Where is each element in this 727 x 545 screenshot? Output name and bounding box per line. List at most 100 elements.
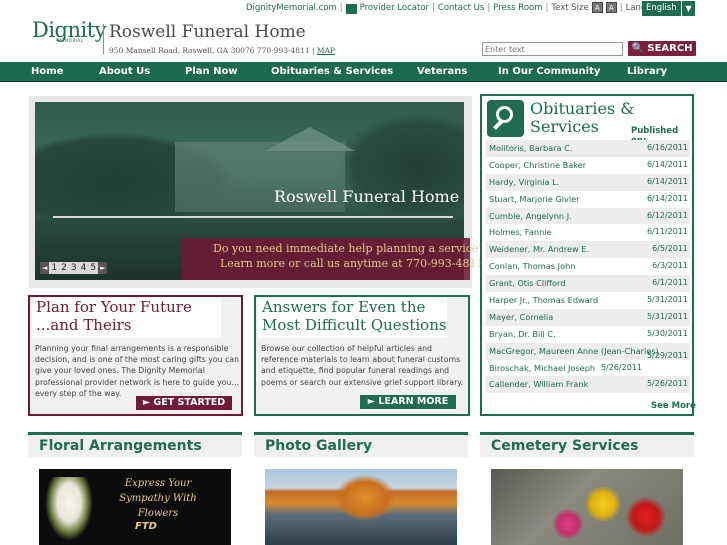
obit-name[interactable]: Weidener, Mr. Andrew E. bbox=[489, 241, 589, 258]
hero-divider bbox=[53, 216, 453, 218]
obit-date: 6/14/2011 bbox=[646, 176, 688, 186]
flower-image bbox=[551, 509, 585, 539]
obit-date: 5/31/2011 bbox=[646, 311, 688, 321]
list-item[interactable]: Bryan, Dr. Bill C. 5/30/2011 bbox=[486, 326, 690, 343]
pager-item[interactable]: 5 bbox=[88, 262, 98, 274]
photo-gallery-title[interactable]: Photo Gallery bbox=[254, 435, 468, 457]
nav-home[interactable]: Home bbox=[31, 62, 63, 82]
text-size-small-button[interactable]: A bbox=[591, 2, 603, 13]
press-room-link[interactable]: Press Room bbox=[493, 3, 542, 13]
floral-arrangements-section: Floral Arrangements Express Your Sympath… bbox=[28, 432, 242, 545]
obit-name[interactable]: Conlan, Thomas John bbox=[489, 258, 575, 275]
text-size-large-button[interactable]: A bbox=[605, 2, 617, 13]
floral-arrangements-title[interactable]: Floral Arrangements bbox=[28, 435, 242, 457]
obit-name[interactable]: Hardy, Virginia L. bbox=[489, 174, 559, 191]
autumn-tree-image bbox=[335, 475, 395, 521]
obit-date: 6/12/2011 bbox=[646, 210, 688, 220]
search-button[interactable]: 🔍 SEARCH bbox=[628, 41, 696, 56]
floral-image[interactable]: Express Your Sympathy With Flowers FTD bbox=[39, 469, 231, 545]
obit-name[interactable]: Holmes, Fannie bbox=[489, 224, 552, 241]
cemetery-services-title[interactable]: Cemetery Services bbox=[480, 435, 694, 457]
list-item[interactable]: Cooper, Christine Baker 6/14/2011 bbox=[486, 157, 690, 174]
obit-date: 6/3/2011 bbox=[652, 261, 688, 271]
flower-image bbox=[625, 497, 667, 537]
promo-plan-body: Planning your final arrangements is a re… bbox=[35, 344, 240, 398]
list-item[interactable]: Cumbie, Angelynn J. 6/12/2011 bbox=[486, 207, 690, 225]
search-input[interactable] bbox=[482, 42, 623, 56]
obit-name[interactable]: Biroschak, Michael Joseph bbox=[489, 360, 595, 377]
obit-name[interactable]: Cooper, Christine Baker bbox=[489, 157, 586, 174]
get-started-button[interactable]: ► GET STARTED bbox=[136, 396, 232, 410]
obit-date: 6/14/2011 bbox=[646, 159, 688, 169]
obit-date: 6/5/2011 bbox=[652, 244, 688, 254]
flower-image bbox=[583, 487, 623, 521]
help-banner[interactable]: Do you need immediate help planning a se… bbox=[182, 238, 484, 280]
list-item[interactable]: Mayer, Cornelia 5/31/2011 bbox=[486, 308, 690, 326]
list-item[interactable]: Conlan, Thomas John 6/3/2011 bbox=[486, 258, 690, 275]
chevron-down-icon[interactable]: ▼ bbox=[681, 1, 695, 16]
list-item[interactable]: Holmes, Fannie 6/11/2011 bbox=[486, 224, 690, 241]
obit-name[interactable]: MacGregor, Maureen Anne (Jean-Charles) bbox=[489, 343, 659, 360]
pager-item[interactable]: 4 bbox=[79, 262, 89, 274]
nav-in-our-community[interactable]: In Our Community bbox=[498, 62, 600, 82]
obit-date: 5/26/2011 bbox=[646, 379, 688, 389]
nav-plan-now[interactable]: Plan Now bbox=[185, 62, 238, 82]
obit-name[interactable]: Mayer, Cornelia bbox=[489, 309, 553, 326]
site-title: Roswell Funeral Home bbox=[109, 22, 306, 42]
obit-name[interactable]: Callender, William Frank bbox=[489, 376, 588, 393]
top-links: DignityMemorial.com | Provider Locator |… bbox=[246, 2, 670, 14]
separator: | bbox=[339, 2, 343, 13]
provider-locator-link[interactable]: Provider Locator bbox=[360, 3, 429, 13]
pager-prev-icon[interactable]: ◄ bbox=[40, 262, 50, 274]
promo-plan: Plan for Your Future ...and Theirs Plann… bbox=[28, 295, 243, 416]
pager-item[interactable]: 2 bbox=[59, 262, 69, 274]
header: Dignity MEMORIAL Roswell Funeral Home 95… bbox=[0, 0, 727, 62]
pager-item[interactable]: 1 bbox=[49, 262, 59, 274]
promo-plan-title[interactable]: Plan for Your Future ...and Theirs bbox=[32, 298, 221, 338]
contact-us-link[interactable]: Contact Us bbox=[438, 3, 484, 13]
promo-answers-title[interactable]: Answers for Even the Most Difficult Ques… bbox=[258, 298, 447, 338]
help-banner-line2: Learn more or call us anytime at 770-993… bbox=[220, 257, 484, 270]
obit-date: 6/11/2011 bbox=[646, 227, 688, 237]
dignitymemorial-link[interactable]: DignityMemorial.com bbox=[246, 3, 337, 13]
list-item[interactable]: Grant, Otis Clifford 6/1/2011 bbox=[486, 275, 690, 293]
map-link[interactable]: MAP bbox=[317, 46, 335, 55]
cemetery-services-section: Cemetery Services bbox=[480, 432, 694, 545]
separator: | bbox=[432, 2, 435, 13]
pager-next-icon[interactable]: ► bbox=[98, 262, 108, 274]
obit-name[interactable]: Molitoris, Barbara C. bbox=[489, 140, 572, 157]
hero-roof bbox=[265, 127, 355, 151]
provider-locator-icon[interactable] bbox=[345, 3, 357, 14]
cemetery-image[interactable] bbox=[491, 469, 683, 545]
list-item[interactable]: Callender, William Frank 5/26/2011 bbox=[486, 376, 690, 394]
logo-divider bbox=[103, 24, 104, 54]
list-item[interactable]: Hardy, Virginia L. 6/14/2011 bbox=[486, 173, 690, 191]
slideshow-pager: ◄ 1 2 3 4 5 ► bbox=[40, 262, 108, 274]
obit-name[interactable]: Cumbie, Angelynn J. bbox=[489, 208, 572, 225]
ftd-logo: FTD bbox=[135, 521, 157, 532]
nav-obituaries-services[interactable]: Obituaries & Services bbox=[271, 62, 393, 82]
list-item[interactable]: Stuart, Marjorie Givler 6/14/2011 bbox=[486, 191, 690, 208]
list-item[interactable]: Harper Jr., Thomas Edward 5/31/2011 bbox=[486, 292, 690, 309]
separator: | bbox=[487, 2, 491, 13]
list-item[interactable]: Biroschak, Michael Joseph 5/26/2011 bbox=[486, 360, 690, 377]
language-select[interactable]: English ▼ bbox=[642, 1, 695, 16]
gallery-image[interactable] bbox=[265, 469, 457, 545]
list-item[interactable]: Weidener, Mr. Andrew E. 6/5/2011 bbox=[486, 241, 690, 259]
obit-name[interactable]: Grant, Otis Clifford bbox=[489, 275, 565, 292]
pager-item[interactable]: 3 bbox=[69, 262, 79, 274]
search-icon: 🔍 bbox=[631, 43, 644, 54]
obit-name[interactable]: Stuart, Marjorie Givler bbox=[489, 191, 580, 208]
learn-more-button[interactable]: ► LEARN MORE bbox=[360, 395, 456, 409]
list-item[interactable]: MacGregor, Maureen Anne (Jean-Charles) 5/… bbox=[486, 342, 690, 360]
main-nav: Home About Us Plan Now Obituaries & Serv… bbox=[0, 62, 727, 82]
obit-date: 5/30/2011 bbox=[646, 328, 688, 338]
list-item[interactable]: Molitoris, Barbara C. 6/16/2011 bbox=[486, 140, 690, 157]
nav-about-us[interactable]: About Us bbox=[99, 62, 150, 82]
nav-library[interactable]: Library bbox=[627, 62, 667, 82]
obit-name[interactable]: Bryan, Dr. Bill C. bbox=[489, 326, 556, 343]
see-more-link[interactable]: See More bbox=[651, 401, 696, 411]
nav-veterans[interactable]: Veterans bbox=[417, 62, 467, 82]
search-button-label: SEARCH bbox=[647, 43, 693, 54]
obit-name[interactable]: Harper Jr., Thomas Edward bbox=[489, 292, 598, 309]
